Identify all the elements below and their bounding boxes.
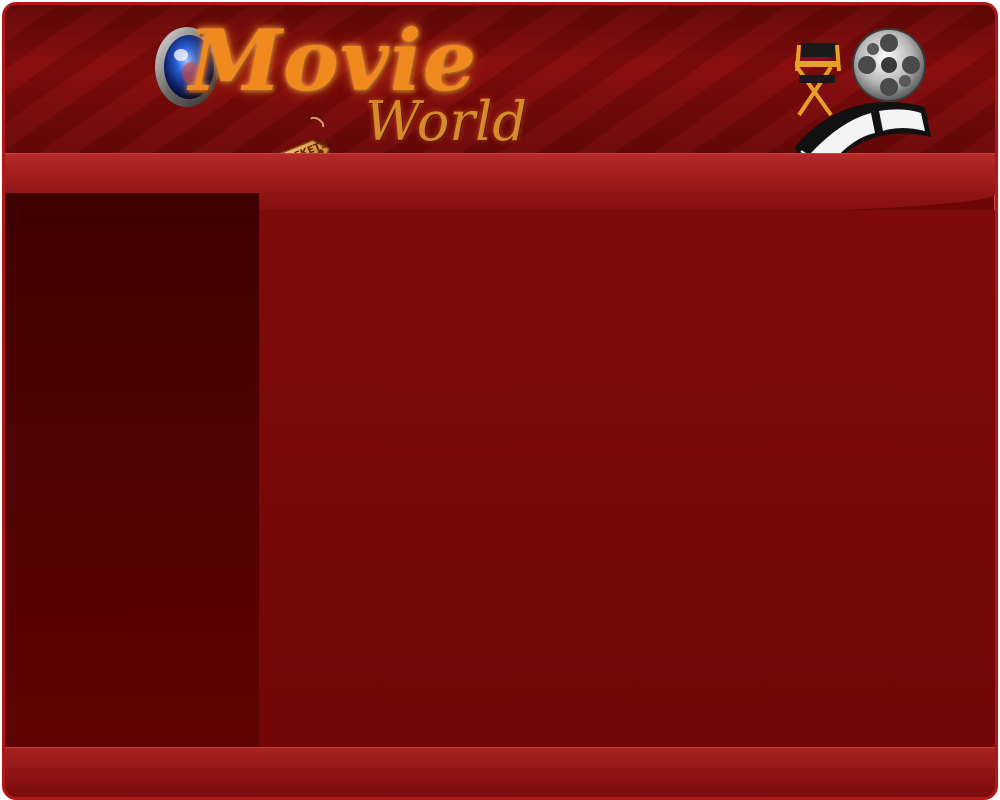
- film-reel-icon: [852, 28, 926, 102]
- page-frame: Movie World TICKETS: [2, 2, 998, 800]
- logo-world-text: World: [365, 90, 527, 153]
- sidebar-panel: [5, 193, 259, 749]
- footer-bar: [5, 747, 995, 797]
- main-content-area: [259, 210, 995, 749]
- directors-chair-icon: [795, 43, 841, 117]
